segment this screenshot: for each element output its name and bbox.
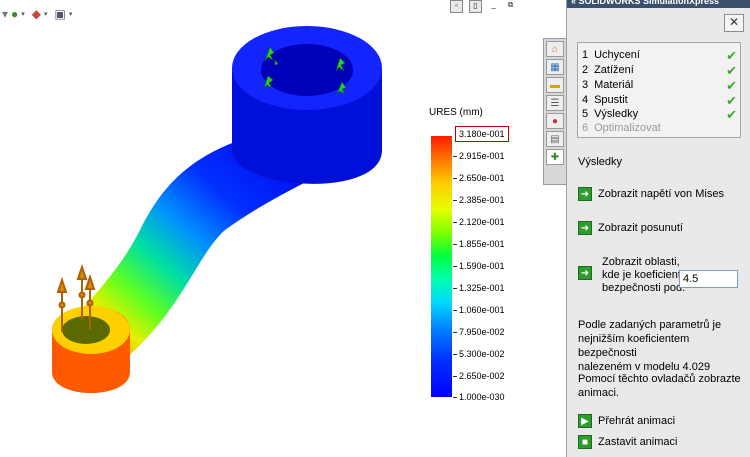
legend-tick-label: 7.950e-002 (453, 327, 505, 337)
pane-title[interactable]: « SOLIDWORKS SimulationXpress (567, 0, 750, 8)
legend-tick-label: 2.650e-001 (453, 173, 505, 183)
close-icon[interactable]: ✕ (724, 14, 744, 32)
legend-tick-label: 2.915e-001 (453, 151, 505, 161)
show-displacement-button[interactable]: ➜ Zobrazit posunutí (578, 221, 683, 235)
legend-max-label[interactable]: 3.180e-001 (455, 126, 509, 142)
checkmark-icon: ✔ (726, 78, 737, 93)
hint-line: animaci. (578, 387, 619, 399)
stop-animation-button[interactable]: ■ Zastavit animaci (578, 435, 677, 449)
step-run[interactable]: 4 Spustit ✔ (582, 93, 737, 108)
folder-tab-icon[interactable]: ▬ (546, 77, 564, 93)
legend-tick-label: 2.385e-001 (453, 195, 505, 205)
appearance-tab-icon[interactable]: ● (546, 113, 564, 129)
arrow-right-icon: ➜ (578, 221, 592, 235)
arrow-right-icon: ➜ (578, 266, 592, 280)
step-optimize: 6 Optimalizovat (582, 121, 737, 136)
legend-title: URES (mm) (429, 107, 483, 118)
task-pane-tabs: ⌂ ▦ ▬ ☰ ● ▤ ✚ (543, 38, 566, 185)
results-heading: Výsledky (578, 156, 623, 168)
end-bore (62, 316, 110, 344)
note-line: Podle zadaných parametrů je (578, 319, 722, 331)
step-number: 5 (582, 108, 589, 120)
workflow-steps: 1 Uchycení ✔ 2 Zatížení ✔ 3 Materiál ✔ 4… (577, 42, 741, 138)
step-loads[interactable]: 2 Zatížení ✔ (582, 63, 737, 78)
step-label: Uchycení (594, 49, 640, 61)
hint-line: Pomocí těchto ovladačů zobrazte (578, 373, 741, 385)
legend-tick-label: 2.120e-001 (453, 217, 505, 227)
fos-threshold-input[interactable] (679, 270, 738, 288)
arrow-right-icon: ➜ (578, 187, 592, 201)
step-number: 2 (582, 64, 589, 76)
show-fos-label[interactable]: Zobrazit oblasti, kde je koeficient bezp… (602, 256, 685, 295)
show-von-mises-label: Zobrazit napětí von Mises (598, 188, 724, 200)
fos-label-line: bezpečnosti pod: (602, 282, 686, 294)
graphics-viewport[interactable]: ▾ ● ▾ ◆ ▾ ▣ ▾ ▫ ▯ _ ⧉ URES (mm) 3.180e-0… (0, 0, 542, 457)
step-fixtures[interactable]: 1 Uchycení ✔ (582, 48, 737, 63)
show-displacement-label: Zobrazit posunutí (598, 222, 683, 234)
step-material[interactable]: 3 Materiál ✔ (582, 78, 737, 93)
legend-tick-label: 1.855e-001 (453, 239, 505, 249)
options-tab-icon[interactable]: ☰ (546, 95, 564, 111)
home-tab-icon[interactable]: ⌂ (546, 41, 564, 57)
note-line: nejnižším koeficientem bezpečnosti (578, 333, 690, 359)
fos-label-line: Zobrazit oblasti, (602, 256, 680, 268)
checkmark-icon: ✔ (726, 63, 737, 78)
step-label: Zatížení (594, 64, 634, 76)
step-label: Optimalizovat (594, 122, 661, 134)
play-icon: ▶ (578, 414, 592, 428)
simulationxpress-tab-icon[interactable]: ✚ (546, 149, 564, 165)
stop-animation-label: Zastavit animaci (598, 436, 678, 448)
legend-tick-label: 2.650e-002 (453, 371, 505, 381)
fos-label-line: kde je koeficient (602, 269, 681, 281)
simulationxpress-pane: « SOLIDWORKS SimulationXpress ✕ 1 Uchyce… (566, 0, 750, 457)
checkmark-icon: ✔ (726, 107, 737, 122)
legend-tick-label: 1.325e-001 (453, 283, 505, 293)
legend-color-bar (431, 136, 452, 397)
play-animation-label: Přehrát animaci (598, 415, 676, 427)
stop-icon: ■ (578, 435, 592, 449)
legend-tick-label: 5.300e-002 (453, 349, 505, 359)
study-tab-icon[interactable]: ▦ (546, 59, 564, 75)
legend-tick-label: 1.000e-030 (453, 392, 505, 402)
step-number: 6 (582, 122, 589, 134)
step-results[interactable]: 5 Výsledky ✔ (582, 107, 737, 122)
show-von-mises-button[interactable]: ➜ Zobrazit napětí von Mises (578, 187, 724, 201)
step-label: Spustit (594, 94, 628, 106)
step-number: 4 (582, 94, 589, 106)
step-label: Materiál (594, 79, 634, 91)
clipboard-tab-icon[interactable]: ▤ (546, 131, 564, 147)
animation-hint: Pomocí těchto ovladačů zobrazte animaci. (578, 372, 741, 400)
step-label: Výsledky (594, 108, 639, 120)
legend-tick-label: 1.060e-001 (453, 305, 505, 315)
step-number: 1 (582, 49, 589, 61)
checkmark-icon: ✔ (726, 93, 737, 108)
step-number: 3 (582, 79, 589, 91)
color-legend: URES (mm) 3.180e-001 2.915e-001 2.650e-0… (425, 107, 535, 407)
legend-tick-label: 1.590e-001 (453, 261, 505, 271)
play-animation-button[interactable]: ▶ Přehrát animaci (578, 414, 675, 428)
fos-result-note: Podle zadaných parametrů je nejnižším ko… (578, 318, 750, 374)
checkmark-icon: ✔ (726, 48, 737, 63)
show-fos-button[interactable]: ➜ (578, 266, 592, 280)
